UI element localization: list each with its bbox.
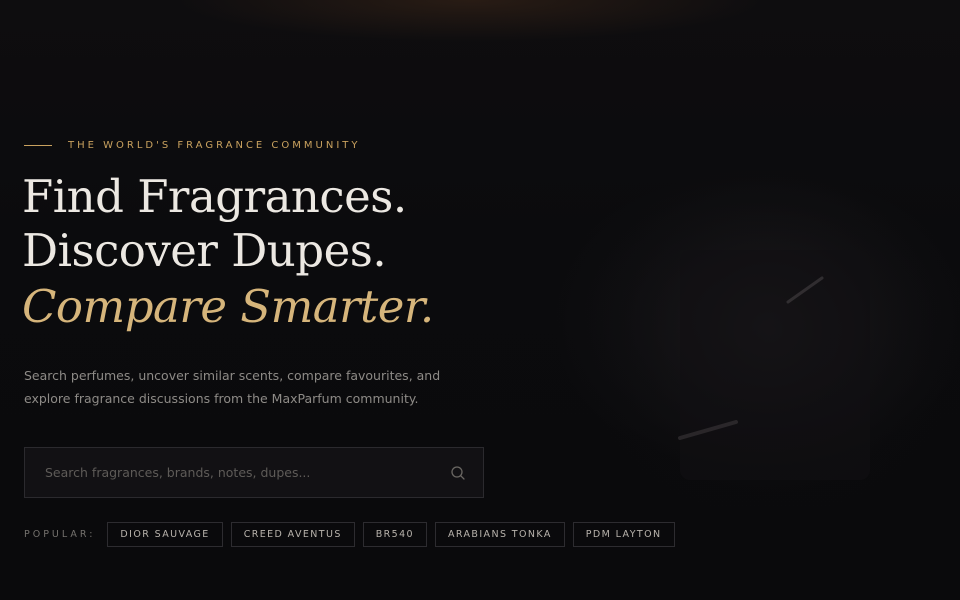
headline-line-2: Discover Dupes. (22, 224, 387, 277)
popular-label: POPULAR: (24, 529, 96, 540)
hero-kicker: THE WORLD'S FRAGRANCE COMMUNITY (24, 140, 361, 151)
hero-subcopy: Search perfumes, uncover similar scents,… (24, 368, 441, 406)
popular-chip-creed-aventus[interactable]: CREED AVENTUS (230, 522, 355, 547)
popular-chip-pdm-layton[interactable]: PDM LAYTON (572, 522, 675, 547)
search-input[interactable] (25, 448, 433, 497)
headline-line-1: Find Fragrances. (22, 170, 407, 223)
popular-chip-arabians-tonka[interactable]: ARABIANS TONKA (435, 522, 565, 547)
kicker-rule (24, 145, 52, 146)
search-icon (451, 465, 465, 480)
perfume-bottle-backdrop (570, 140, 960, 520)
hero-headline: Find Fragrances. Discover Dupes. Compare… (22, 170, 434, 334)
search-button[interactable] (433, 448, 483, 497)
popular-chip-br540[interactable]: BR540 (362, 522, 428, 547)
headline-line-3: Compare Smarter. (22, 280, 434, 333)
popular-searches: POPULAR: DIOR SAUVAGE CREED AVENTUS BR54… (24, 522, 675, 547)
hero-section: THE WORLD'S FRAGRANCE COMMUNITY Find Fra… (0, 0, 960, 600)
search-bar (24, 447, 484, 498)
kicker-text: THE WORLD'S FRAGRANCE COMMUNITY (68, 140, 361, 151)
popular-chip-dior-sauvage[interactable]: DIOR SAUVAGE (107, 522, 223, 547)
